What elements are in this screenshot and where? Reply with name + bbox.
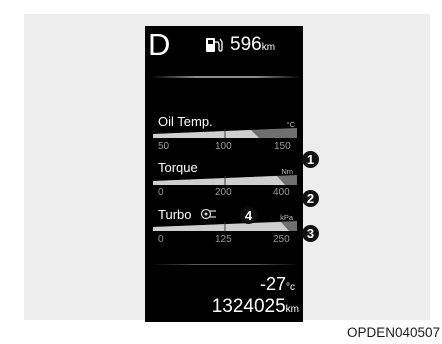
instrument-cluster-display: D 596km Oil Temp. °C 50 100 150 Torque N… xyxy=(145,26,303,322)
header-divider xyxy=(151,76,301,78)
torque-gauge-bar xyxy=(153,175,297,185)
oil-temp-tick-mid: 100 xyxy=(215,141,232,152)
footer-divider xyxy=(151,264,301,265)
gear-indicator: D xyxy=(148,27,171,62)
turbo-tick-max: 250 xyxy=(273,234,290,245)
figure-code: OPDEN040507 xyxy=(346,325,440,340)
torque-tick-max: 400 xyxy=(273,187,290,198)
callout-2: 2 xyxy=(302,190,319,207)
callout-3: 3 xyxy=(302,225,319,242)
callout-4: 4 xyxy=(240,207,257,224)
range-value: 596 xyxy=(230,34,262,55)
page: D 596km Oil Temp. °C 50 100 150 Torque N… xyxy=(0,0,442,344)
oil-temp-gauge-bar xyxy=(153,128,297,138)
turbo-tick-mid: 125 xyxy=(215,234,232,245)
torque-tick-min: 0 xyxy=(158,187,164,198)
oil-temp-tick-max: 150 xyxy=(274,141,291,152)
odometer-value: 1324025 xyxy=(211,296,286,317)
odometer-unit: km xyxy=(285,304,299,315)
callout-1: 1 xyxy=(302,151,319,168)
torque-tick-mid: 200 xyxy=(215,187,232,198)
odometer: 1324025km xyxy=(212,296,299,321)
outside-temperature: -27°c xyxy=(260,274,295,298)
turbo-gauge-bar xyxy=(153,221,297,231)
outside-temperature-value: -27 xyxy=(259,274,286,294)
outside-temperature-unit: °c xyxy=(286,282,295,293)
oil-temp-tick-min: 50 xyxy=(158,141,170,152)
turbo-tick-min: 0 xyxy=(158,234,164,245)
fuel-pump-icon xyxy=(206,38,223,52)
range-readout: 596km xyxy=(230,33,275,60)
range-unit: km xyxy=(261,42,276,53)
